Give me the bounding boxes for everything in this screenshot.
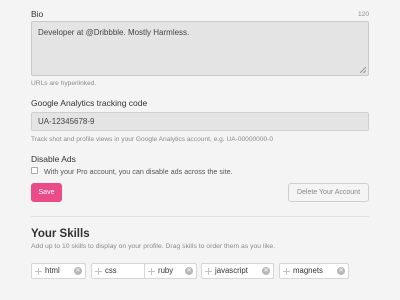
disable-ads-checkbox-label[interactable]: With your Pro account, you can disable a… bbox=[44, 167, 233, 176]
section-divider bbox=[31, 216, 369, 217]
skill-tag[interactable]: javascript ✕ bbox=[201, 263, 274, 279]
skill-label: css bbox=[105, 266, 117, 275]
bio-help-text: URLs are hyperlinked. bbox=[31, 80, 97, 87]
skill-label: ruby bbox=[158, 266, 174, 275]
remove-icon[interactable]: ✕ bbox=[262, 267, 270, 275]
skill-label: html bbox=[45, 266, 60, 275]
drag-handle-icon[interactable] bbox=[95, 268, 102, 275]
drag-handle-icon[interactable] bbox=[283, 268, 290, 275]
skill-tag[interactable]: magnets ✕ bbox=[279, 263, 349, 279]
remove-icon[interactable]: ✕ bbox=[337, 267, 345, 275]
bio-label: Bio bbox=[31, 9, 44, 19]
bio-value: Developer at @Dribbble. Mostly Harmless. bbox=[38, 28, 190, 37]
drag-handle-icon[interactable] bbox=[205, 268, 212, 275]
bio-character-counter: 120 bbox=[357, 11, 369, 18]
drag-handle-icon[interactable] bbox=[35, 268, 42, 275]
skill-tag[interactable]: html ✕ bbox=[31, 263, 86, 279]
disable-ads-label: Disable Ads bbox=[31, 154, 76, 164]
resize-grip-icon[interactable] bbox=[360, 67, 366, 73]
skills-help-text: Add up to 10 skills to display on your p… bbox=[31, 243, 276, 250]
save-button[interactable]: Save bbox=[31, 183, 62, 202]
delete-account-button[interactable]: Delete Your Account bbox=[288, 183, 369, 202]
drag-handle-icon[interactable] bbox=[148, 268, 155, 275]
analytics-value: UA-12345678-9 bbox=[38, 117, 95, 126]
disable-ads-checkbox[interactable] bbox=[31, 167, 38, 174]
bio-textarea[interactable]: Developer at @Dribbble. Mostly Harmless. bbox=[31, 21, 369, 76]
skills-heading: Your Skills bbox=[31, 228, 90, 240]
remove-icon[interactable]: ✕ bbox=[74, 267, 82, 275]
skill-label: javascript bbox=[215, 266, 248, 275]
analytics-help-text: Track shot and profile views in your Goo… bbox=[31, 136, 274, 143]
skill-tag[interactable]: ruby ✕ bbox=[144, 263, 197, 279]
analytics-input[interactable]: UA-12345678-9 bbox=[31, 112, 369, 131]
analytics-label: Google Analytics tracking code bbox=[31, 98, 148, 108]
skill-label: magnets bbox=[293, 266, 323, 275]
remove-icon[interactable]: ✕ bbox=[185, 267, 193, 275]
